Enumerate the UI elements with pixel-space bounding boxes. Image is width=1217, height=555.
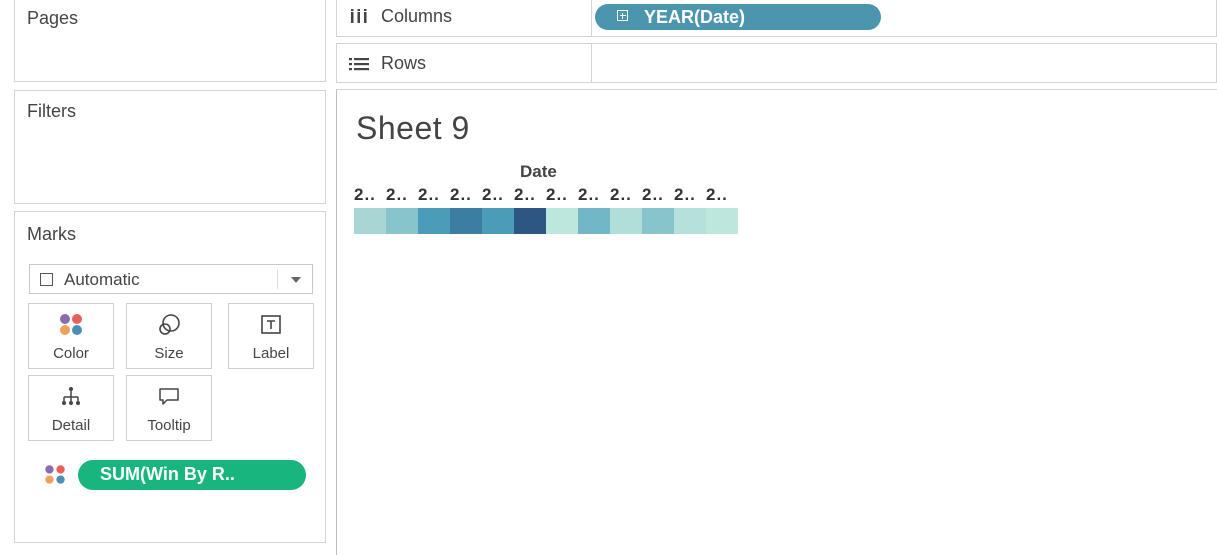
rows-label: Rows <box>381 53 427 73</box>
heatmap-cell[interactable] <box>642 208 674 234</box>
heatmap-cell[interactable] <box>578 208 610 234</box>
detail-button[interactable]: Detail <box>28 375 114 441</box>
year-tick-label[interactable]: 2.. <box>514 185 546 205</box>
chevron-down-icon[interactable] <box>291 277 301 283</box>
label-label: Label <box>252 345 290 362</box>
mark-type-label: Automatic <box>64 270 140 289</box>
size-circles-icon <box>159 314 180 335</box>
square-mark-icon <box>40 273 53 286</box>
rows-icon <box>349 58 369 71</box>
tooltip-button[interactable]: Tooltip <box>126 375 212 441</box>
heatmap-cell[interactable] <box>450 208 482 234</box>
pages-shelf[interactable]: Pages <box>14 0 326 82</box>
size-label: Size <box>154 345 184 362</box>
heatmap-cell[interactable] <box>418 208 450 234</box>
heatmap-cell[interactable] <box>482 208 514 234</box>
heatmap-cell[interactable] <box>610 208 642 234</box>
year-date-pill[interactable]: YEAR(Date) <box>595 4 881 30</box>
columns-icon <box>351 9 367 23</box>
year-tick-labels: 2.. 2.. 2.. 2.. 2.. 2.. 2.. 2.. 2.. 2.. 2.. 2.. <box>354 185 754 205</box>
filters-shelf[interactable]: Filters <box>14 90 326 204</box>
heatmap-cell[interactable] <box>354 208 386 234</box>
detail-label: Detail <box>51 417 91 434</box>
tooltip-bubble-icon <box>159 388 179 405</box>
shelf-divider <box>591 0 592 36</box>
color-button[interactable]: Color <box>28 303 114 369</box>
marks-card: Marks Automatic Color Size Label Detail … <box>14 211 326 543</box>
heatmap-cell[interactable] <box>674 208 706 234</box>
heatmap-cell[interactable] <box>546 208 578 234</box>
date-column-header[interactable]: Date <box>520 162 557 182</box>
heatmap-cell[interactable] <box>386 208 418 234</box>
size-button[interactable]: Size <box>126 303 212 369</box>
sum-win-by-runs-pill[interactable]: SUM(Win By R.. <box>78 460 306 490</box>
color-dots-icon <box>60 314 82 335</box>
text-label-icon <box>261 315 281 334</box>
dropdown-divider <box>277 269 278 289</box>
filters-title: Filters <box>27 101 76 121</box>
year-tick-label[interactable]: 2.. <box>386 185 418 205</box>
expand-plus-icon[interactable] <box>617 10 628 21</box>
color-dots-icon <box>45 465 65 484</box>
pages-title: Pages <box>27 8 79 28</box>
mark-type-dropdown[interactable]: Automatic <box>29 264 313 294</box>
year-tick-label[interactable]: 2.. <box>578 185 610 205</box>
tooltip-label: Tooltip <box>147 417 191 434</box>
label-button[interactable]: Label <box>228 303 314 369</box>
columns-label: Columns <box>381 6 453 26</box>
year-tick-label[interactable]: 2.. <box>706 185 738 205</box>
color-label: Color <box>53 345 89 362</box>
detail-tree-icon <box>62 387 80 405</box>
year-tick-label[interactable]: 2.. <box>674 185 706 205</box>
columns-shelf[interactable]: Columns YEAR(Date) <box>336 0 1217 37</box>
year-tick-label[interactable]: 2.. <box>642 185 674 205</box>
rows-shelf[interactable]: Rows <box>336 43 1217 83</box>
year-tick-label[interactable]: 2.. <box>482 185 514 205</box>
shelf-divider <box>591 44 592 82</box>
heatmap-cell[interactable] <box>706 208 738 234</box>
heatmap-cell[interactable] <box>514 208 546 234</box>
viz-canvas[interactable]: Sheet 9 Date 2.. 2.. 2.. 2.. 2.. 2.. 2.. 2.. 2..… <box>336 89 1217 555</box>
year-tick-label[interactable]: 2.. <box>450 185 482 205</box>
year-tick-label[interactable]: 2.. <box>546 185 578 205</box>
year-date-pill-label: YEAR(Date) <box>644 7 746 27</box>
marks-title: Marks <box>27 224 76 244</box>
sheet-title[interactable]: Sheet 9 <box>356 110 470 147</box>
year-tick-label[interactable]: 2.. <box>610 185 642 205</box>
year-tick-label[interactable]: 2.. <box>354 185 386 205</box>
heatmap-cells <box>354 208 754 234</box>
year-tick-label[interactable]: 2.. <box>418 185 450 205</box>
